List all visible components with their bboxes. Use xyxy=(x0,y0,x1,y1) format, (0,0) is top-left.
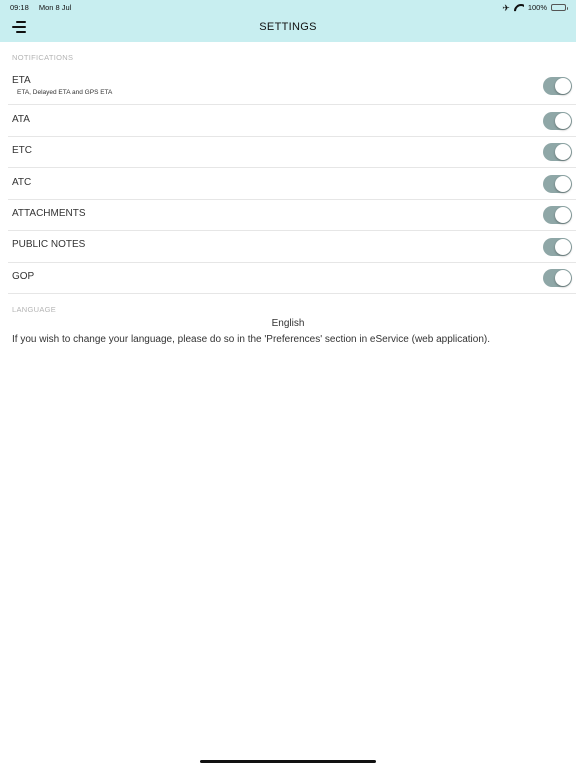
airplane-icon: ✈ xyxy=(502,2,510,13)
notification-row-atc: ATC xyxy=(8,168,576,200)
status-time: 09:18 xyxy=(10,3,29,12)
notification-sublabel: ETA, Delayed ETA and GPS ETA xyxy=(17,89,113,96)
toggle-knob xyxy=(555,78,571,94)
notification-row-etc: ETC xyxy=(8,137,576,168)
current-language: English xyxy=(271,318,305,329)
gop-toggle[interactable] xyxy=(543,269,572,287)
page-title: SETTINGS xyxy=(259,21,317,33)
notification-label: GOP xyxy=(12,271,35,282)
ata-toggle[interactable] xyxy=(543,112,572,130)
notification-label: ATA xyxy=(12,114,30,125)
atc-toggle[interactable] xyxy=(543,175,572,193)
toggle-knob xyxy=(555,270,571,286)
status-date: Mon 8 Jul xyxy=(38,3,72,12)
toggle-knob xyxy=(555,239,571,255)
attachments-toggle[interactable] xyxy=(543,206,572,224)
notification-row-eta: ETA ETA, Delayed ETA and GPS ETA xyxy=(8,67,576,105)
status-bar-right: ✈ 100% xyxy=(498,2,568,13)
toggle-knob xyxy=(555,207,571,223)
notification-row-ata: ATA xyxy=(8,105,576,137)
battery-percentage: 100% xyxy=(527,3,547,12)
notification-label: ATC xyxy=(12,177,32,188)
etc-toggle[interactable] xyxy=(543,143,572,161)
notification-label: ETC xyxy=(12,145,32,156)
notifications-section-header: NOTIFICATIONS xyxy=(12,53,74,62)
notification-row-gop: GOP xyxy=(8,263,576,294)
wifi-icon xyxy=(514,4,524,12)
public-notes-toggle[interactable] xyxy=(543,238,572,256)
top-bar: 09:18 Mon 8 Jul ✈ 100% SETTINGS xyxy=(0,0,576,42)
battery-icon xyxy=(551,4,568,11)
toggle-knob xyxy=(555,144,571,160)
eta-toggle[interactable] xyxy=(543,77,572,95)
toggle-knob xyxy=(555,113,571,129)
notification-label: ATTACHMENTS xyxy=(12,208,86,219)
notification-label: ETA xyxy=(12,75,31,86)
status-bar-left: 09:18 Mon 8 Jul xyxy=(10,3,71,12)
toggle-knob xyxy=(555,176,571,192)
notification-label: PUBLIC NOTES xyxy=(12,239,86,250)
notification-row-public-notes: PUBLIC NOTES xyxy=(8,231,576,263)
notification-row-attachments: ATTACHMENTS xyxy=(8,200,576,231)
language-section-header: LANGUAGE xyxy=(12,305,57,314)
language-info-text: If you wish to change your language, ple… xyxy=(12,334,490,345)
home-indicator[interactable] xyxy=(200,760,376,763)
